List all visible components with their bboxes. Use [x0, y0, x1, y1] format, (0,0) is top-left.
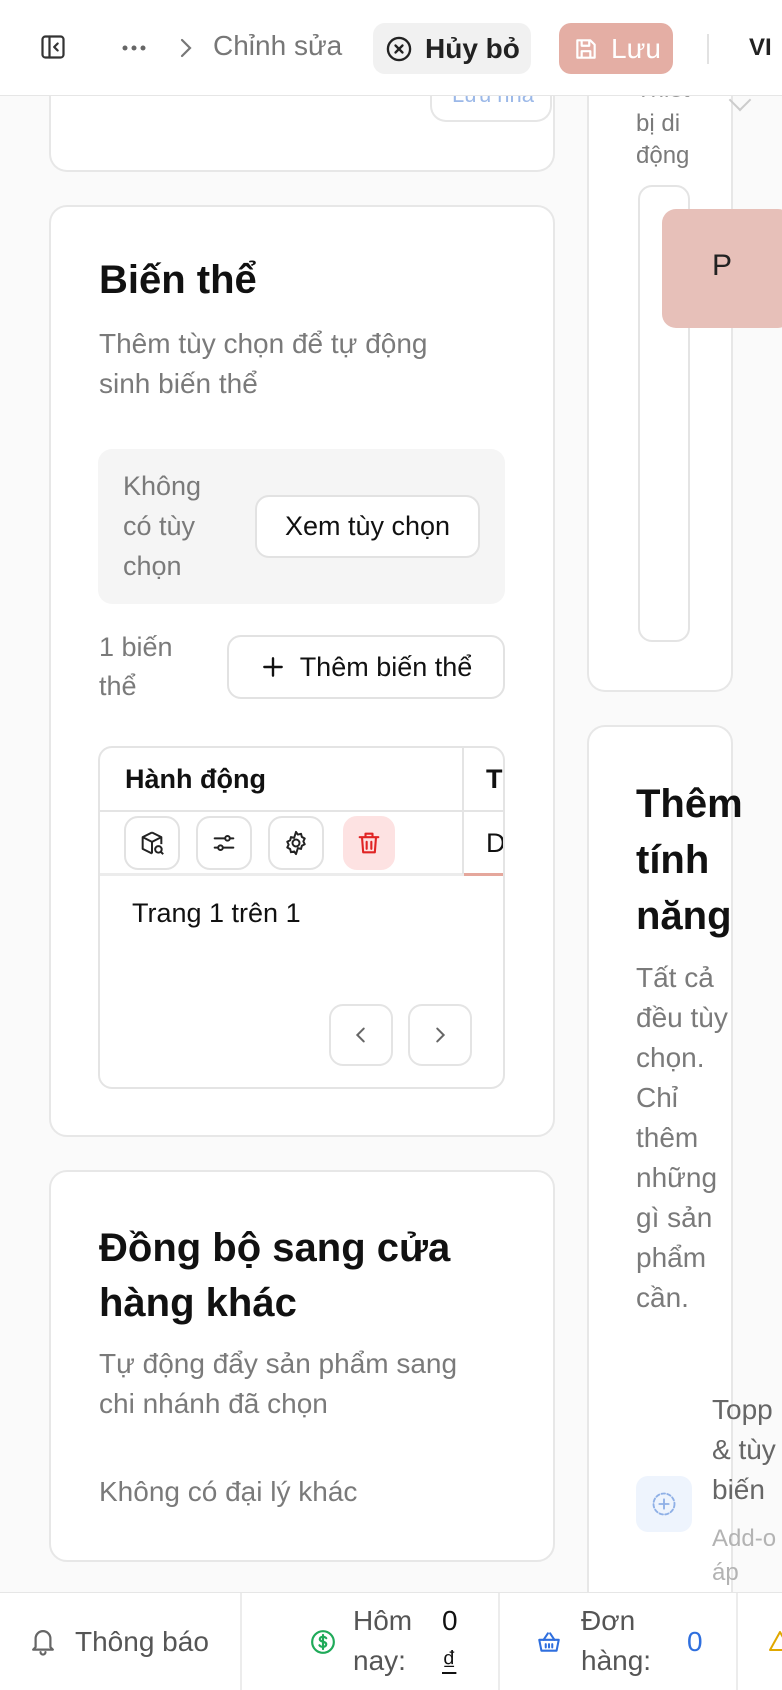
- features-description: Tất cả đều tùy chọn. Chỉ thêm những gì s…: [636, 962, 728, 1313]
- delete-variant-button[interactable]: [343, 816, 395, 870]
- variants-subtitle-2: sinh biến thể: [99, 368, 258, 399]
- sync-title-1: Đồng bộ sang cửa: [99, 1226, 451, 1270]
- preview-label-2: bị di: [636, 110, 681, 137]
- trash-icon: [355, 829, 383, 857]
- no-options-text-1: Không: [123, 471, 202, 501]
- features-title-2: tính: [636, 838, 710, 882]
- col-header-actions: Hành động: [125, 764, 266, 794]
- variants-subtitle-1: Thêm tùy chọn để tự động: [99, 328, 428, 359]
- features-title-3: năng: [636, 894, 732, 938]
- table-header-row: Hành động Tê: [100, 748, 503, 812]
- sync-subtitle-2: chi nhánh đã chọn: [99, 1388, 328, 1419]
- plus-icon: [260, 654, 286, 680]
- add-variant-button[interactable]: Thêm biến thể: [227, 635, 505, 699]
- preview-label-3: động: [636, 142, 690, 169]
- close-circle-icon: [385, 35, 413, 63]
- no-options-box: Không có tùy chọn Xem tùy chọn: [98, 449, 505, 604]
- breadcrumb-more-button[interactable]: [118, 32, 150, 64]
- view-options-button[interactable]: Xem tùy chọn: [255, 495, 480, 558]
- orders-count[interactable]: Đơn hàng: 0: [500, 1593, 738, 1690]
- basket-icon: [536, 1629, 562, 1655]
- warning-icon[interactable]: [768, 1627, 782, 1655]
- sliders-icon: [210, 829, 238, 857]
- plus-circle-icon: [636, 1476, 692, 1532]
- ellipsis-icon: [121, 44, 147, 52]
- variant-count-2: thể: [99, 671, 137, 701]
- cancel-button[interactable]: Hủy bỏ: [373, 23, 531, 74]
- today-revenue[interactable]: Hôm nay: 0 ₫: [242, 1593, 500, 1690]
- pagination-label: Trang 1 trên 1: [132, 898, 301, 928]
- divider: [707, 34, 709, 64]
- gear-icon: [282, 829, 310, 857]
- next-page-button[interactable]: [408, 1004, 472, 1066]
- breadcrumb-current: Chỉnh sửa: [213, 30, 343, 61]
- sync-empty-text: Không có đại lý khác: [99, 1476, 358, 1507]
- chevron-left-icon: [350, 1024, 372, 1046]
- inventory-box-button[interactable]: [124, 816, 180, 870]
- language-switcher[interactable]: VI: [749, 34, 772, 62]
- row-name-cell: D: [486, 828, 505, 858]
- variants-table: Hành động Tê D: [98, 746, 505, 1089]
- notifications-button[interactable]: Thông báo: [0, 1593, 242, 1690]
- adjust-button[interactable]: [196, 816, 252, 870]
- no-options-text-3: chọn: [123, 551, 182, 581]
- sidebar-toggle-icon: [39, 33, 67, 61]
- features-title-1: Thêm: [636, 782, 743, 826]
- preview-avatar: P: [662, 209, 782, 328]
- toggle-sidebar-button[interactable]: [36, 30, 70, 64]
- save-button[interactable]: Lưu: [559, 23, 673, 74]
- bell-icon: [28, 1625, 58, 1657]
- settings-button[interactable]: [268, 816, 324, 870]
- chevron-right-icon: [176, 36, 196, 60]
- prev-page-button[interactable]: [329, 1004, 393, 1066]
- variant-count-1: 1 biến: [99, 632, 173, 662]
- dollar-circle-icon: [310, 1629, 336, 1655]
- top-bar: Chỉnh sửa Hủy bỏ Lưu VI: [0, 0, 782, 96]
- floppy-disk-icon: [573, 36, 599, 62]
- no-options-text-2: có tùy: [123, 511, 196, 541]
- feature-item-toppings[interactable]: Topp & tùy biến Add-o áp dụn: [636, 1390, 782, 1620]
- variants-title: Biến thể: [99, 258, 257, 302]
- chevron-right-icon: [429, 1024, 451, 1046]
- bottom-status-bar: Thông báo Hôm nay: 0 ₫ Đơn hàng: 0: [0, 1592, 782, 1690]
- col-header-name: Tê: [486, 764, 503, 794]
- package-search-icon: [138, 829, 166, 857]
- sync-title-2: hàng khác: [99, 1281, 297, 1325]
- sync-subtitle-1: Tự động đẩy sản phẩm sang: [99, 1348, 458, 1379]
